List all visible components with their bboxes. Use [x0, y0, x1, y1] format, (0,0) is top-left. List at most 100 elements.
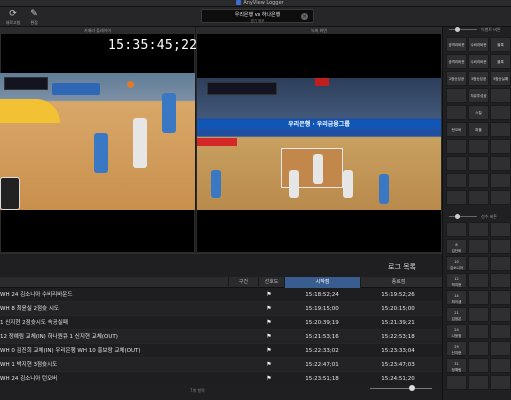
- player-button[interactable]: [490, 341, 511, 356]
- video-frame-right: 우리은행 · 우리금융그룹: [197, 78, 441, 210]
- player-button[interactable]: [468, 341, 489, 356]
- timecode: 15:35:45;22: [108, 38, 198, 53]
- zoom-slider-knob[interactable]: [409, 385, 415, 391]
- event-button[interactable]: 파울: [468, 122, 489, 137]
- player-button[interactable]: [490, 307, 511, 322]
- player-size-slider[interactable]: 선수 버튼: [443, 214, 511, 220]
- player-button[interactable]: [490, 290, 511, 305]
- slider-knob[interactable]: [455, 214, 460, 219]
- refresh-button[interactable]: ⟳ 새로고침: [4, 9, 22, 27]
- flag-icon[interactable]: ⚑: [265, 330, 273, 344]
- log-row[interactable]: 1 신지현 2점슛시도 속공실패 ⚑ 15:20:39;19 15:21:39;21: [0, 316, 442, 330]
- window-title: AnyView Logger: [215, 0, 305, 7]
- event-button[interactable]: [490, 122, 511, 137]
- player-button[interactable]: 10 김소니아: [446, 256, 467, 271]
- event-button[interactable]: [468, 190, 489, 205]
- player-button[interactable]: [468, 239, 489, 254]
- log-name: 12 정예림 교체(IN) 하나원큐 1 신지현 교체(OUT): [0, 334, 118, 340]
- close-icon[interactable]: ×: [301, 13, 308, 20]
- event-button[interactable]: 자유투성공: [468, 88, 489, 103]
- event-button[interactable]: 2점슛성공: [446, 71, 467, 86]
- log-row[interactable]: 12 정예림 교체(IN) 하나원큐 1 신지현 교체(OUT) ⚑ 15:21:5…: [0, 330, 442, 344]
- player-button[interactable]: [490, 273, 511, 288]
- log-count: 7개 항목: [190, 388, 205, 393]
- player-button[interactable]: 31 정예림: [446, 358, 467, 373]
- event-button[interactable]: 턴오버: [446, 122, 467, 137]
- event-button[interactable]: [446, 105, 467, 120]
- player-button[interactable]: [468, 324, 489, 339]
- log-row[interactable]: WH 8 최윤실 2점슛 시도 ⚑ 15:19:15;00 15:20:15;00: [0, 302, 442, 316]
- log-row[interactable]: WH 1 박지현 3점슛시도 ⚑ 15:22:47;01 15:23:47;03: [0, 358, 442, 372]
- event-button[interactable]: [468, 139, 489, 154]
- player-button[interactable]: [446, 222, 467, 237]
- refresh-icon: ⟳: [9, 9, 17, 19]
- player-button[interactable]: [468, 222, 489, 237]
- player-button[interactable]: [490, 324, 511, 339]
- player-button[interactable]: [490, 256, 511, 271]
- event-button[interactable]: 수비리바운드: [468, 54, 489, 69]
- event-button[interactable]: [446, 173, 467, 188]
- log-name: WH 24 김소니아 수비리바운드: [0, 292, 73, 298]
- col-start[interactable]: 시작점: [284, 277, 360, 288]
- event-button[interactable]: 공격리바운드: [446, 54, 467, 69]
- log-row[interactable]: WH 0 김진희 교체(IN) 우리은행 WH 10 홍보람 교체(OUT) ⚑ 1…: [0, 344, 442, 358]
- event-button[interactable]: [490, 156, 511, 171]
- log-name: WH 0 김진희 교체(IN) 우리은행 WH 10 홍보람 교체(OUT): [0, 348, 141, 354]
- player-button[interactable]: [490, 239, 511, 254]
- player-button[interactable]: [468, 307, 489, 322]
- player-button[interactable]: [468, 256, 489, 271]
- game-selector[interactable]: 우리은행 vs 하나은행 경기 정보 ×: [201, 9, 314, 23]
- player-button[interactable]: 8 김단비: [446, 239, 467, 254]
- court-logo: [0, 99, 60, 123]
- zoom-slider[interactable]: [370, 388, 432, 389]
- event-button[interactable]: 3점슛실패: [490, 71, 511, 86]
- slider-knob[interactable]: [455, 27, 460, 32]
- player-button[interactable]: [468, 358, 489, 373]
- player-button[interactable]: 29 신지현: [446, 341, 467, 356]
- flag-icon[interactable]: ⚑: [265, 316, 273, 330]
- event-button[interactable]: [490, 105, 511, 120]
- flag-icon[interactable]: ⚑: [265, 302, 273, 316]
- col-end[interactable]: 종료점: [360, 277, 436, 288]
- ad-board-red: [197, 138, 237, 146]
- player-button[interactable]: [468, 375, 489, 390]
- event-button[interactable]: [468, 156, 489, 171]
- player-button[interactable]: 12 박지현: [446, 273, 467, 288]
- event-button[interactable]: [468, 173, 489, 188]
- event-button[interactable]: 공격리바운드: [446, 37, 467, 52]
- player-button[interactable]: [446, 375, 467, 390]
- event-button[interactable]: [490, 88, 511, 103]
- pane-header: 카메라 플레이어: [1, 28, 194, 34]
- log-name: WH 1 박지현 3점슛시도: [0, 362, 58, 368]
- event-button[interactable]: 수비리바운드: [468, 37, 489, 52]
- event-button[interactable]: 3점슛성공: [468, 71, 489, 86]
- flag-icon[interactable]: ⚑: [265, 344, 273, 358]
- event-button[interactable]: [446, 190, 467, 205]
- event-button[interactable]: [446, 156, 467, 171]
- edit-button[interactable]: ✎ 편집: [25, 9, 43, 27]
- flag-icon[interactable]: ⚑: [265, 288, 273, 302]
- player-button[interactable]: 24 나윤정: [446, 324, 467, 339]
- event-button[interactable]: [490, 139, 511, 154]
- player-button[interactable]: [490, 375, 511, 390]
- player-button[interactable]: 14 최이샘: [446, 290, 467, 305]
- event-button[interactable]: [490, 190, 511, 205]
- control-panel: 이벤트 버튼 공격리바운드수비리바운드블록공격리바운드수비리바운드블록2점슛성공…: [442, 27, 511, 400]
- col-preference[interactable]: 선호도: [258, 277, 284, 288]
- event-button[interactable]: [446, 88, 467, 103]
- flag-icon[interactable]: ⚑: [265, 358, 273, 372]
- event-button[interactable]: 블록: [490, 37, 511, 52]
- player-button[interactable]: [468, 273, 489, 288]
- event-button[interactable]: 블록: [490, 54, 511, 69]
- event-button[interactable]: [446, 139, 467, 154]
- player-button[interactable]: 21 김정은: [446, 307, 467, 322]
- event-size-slider[interactable]: 이벤트 버튼: [443, 27, 511, 33]
- player-button[interactable]: [490, 222, 511, 237]
- scoreboard: [207, 82, 277, 95]
- player-button[interactable]: [490, 358, 511, 373]
- log-row[interactable]: WH 24 김소니아 수비리바운드 ⚑ 15:18:52;24 15:19:52;26: [0, 288, 442, 302]
- event-button[interactable]: [490, 173, 511, 188]
- event-button[interactable]: 스틸: [468, 105, 489, 120]
- player-button[interactable]: [468, 290, 489, 305]
- col-section[interactable]: 구간: [228, 277, 258, 288]
